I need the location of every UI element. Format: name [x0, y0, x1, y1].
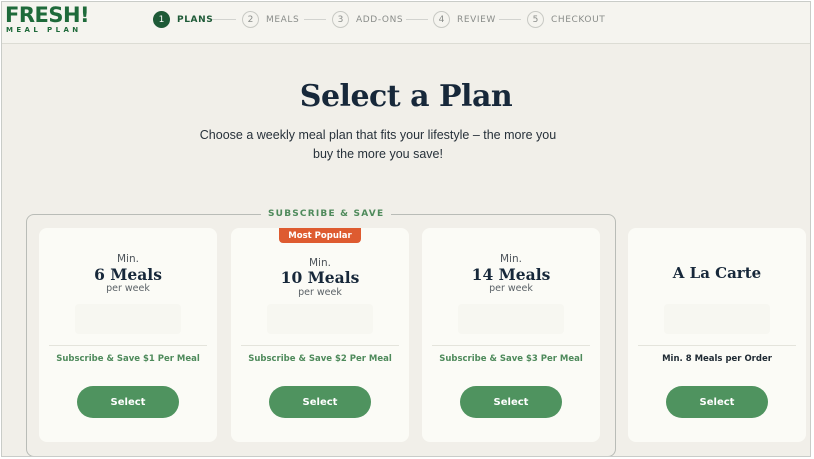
select-14-meals-button[interactable]: Select — [460, 386, 562, 418]
card-divider — [49, 345, 207, 346]
step-label: PLANS — [177, 14, 214, 25]
step-connector — [406, 19, 428, 20]
plan-meal-count: 10 Meals — [280, 268, 360, 287]
page-title: Select a Plan — [299, 79, 513, 114]
logo-subtitle: MEAL PLAN — [6, 26, 82, 34]
step-number: 4 — [433, 11, 450, 28]
select-10-meals-button[interactable]: Select — [269, 386, 371, 418]
plan-card-6-meals: Min. 6 Meals per week Subscribe & Save $… — [39, 228, 217, 442]
step-label: CHECKOUT — [551, 14, 606, 25]
step-label: REVIEW — [457, 14, 496, 25]
card-divider — [432, 345, 590, 346]
step-plans[interactable]: 1 PLANS — [153, 10, 213, 29]
step-number: 2 — [242, 11, 259, 28]
plan-frequency: per week — [106, 283, 150, 294]
logo[interactable]: FRESH! — [5, 3, 90, 27]
card-divider — [241, 345, 399, 346]
plan-placeholder — [267, 304, 373, 334]
select-6-meals-button[interactable]: Select — [77, 386, 179, 418]
a-la-carte-title: A La Carte — [672, 264, 762, 282]
page-subtitle: Choose a weekly meal plan that fits your… — [199, 128, 557, 161]
plan-meal-count: 14 Meals — [471, 265, 551, 284]
plan-card-a-la-carte: A La Carte Min. 8 Meals per Order Select — [628, 228, 806, 442]
a-la-carte-note: Min. 8 Meals per Order — [662, 354, 772, 364]
step-checkout[interactable]: 5 CHECKOUT — [527, 10, 605, 29]
card-divider — [638, 345, 796, 346]
select-a-la-carte-button[interactable]: Select — [666, 386, 768, 418]
plan-placeholder — [664, 304, 770, 334]
plan-card-10-meals: Most Popular Min. 10 Meals per week Subs… — [231, 228, 409, 442]
most-popular-badge: Most Popular — [279, 228, 361, 243]
step-number: 1 — [153, 11, 170, 28]
step-number: 3 — [332, 11, 349, 28]
plan-savings: Subscribe & Save $3 Per Meal — [439, 354, 583, 364]
step-connector — [499, 19, 521, 20]
plan-frequency: per week — [298, 287, 342, 298]
plan-frequency: per week — [489, 283, 533, 294]
plan-min-label: Min. — [500, 253, 522, 265]
plan-savings: Subscribe & Save $1 Per Meal — [56, 354, 200, 364]
step-review[interactable]: 4 REVIEW — [433, 10, 496, 29]
step-number: 5 — [527, 11, 544, 28]
subscribe-save-label: SUBSCRIBE & SAVE — [261, 209, 392, 219]
step-meals[interactable]: 2 MEALS — [242, 10, 299, 29]
plan-min-label: Min. — [117, 253, 139, 265]
plan-placeholder — [75, 304, 181, 334]
plan-card-14-meals: Min. 14 Meals per week Subscribe & Save … — [422, 228, 600, 442]
step-label: ADD-ONS — [356, 14, 404, 25]
step-connector — [304, 19, 326, 20]
step-connector — [212, 19, 236, 20]
page-frame: FRESH! MEAL PLAN 1 PLANS 2 MEALS 3 ADD-O… — [1, 1, 811, 457]
checkout-header: FRESH! MEAL PLAN 1 PLANS 2 MEALS 3 ADD-O… — [2, 2, 810, 44]
step-add-ons[interactable]: 3 ADD-ONS — [332, 10, 403, 29]
step-label: MEALS — [266, 14, 300, 25]
plan-placeholder — [458, 304, 564, 334]
plan-savings: Subscribe & Save $2 Per Meal — [248, 354, 392, 364]
plan-meal-count: 6 Meals — [94, 265, 162, 284]
